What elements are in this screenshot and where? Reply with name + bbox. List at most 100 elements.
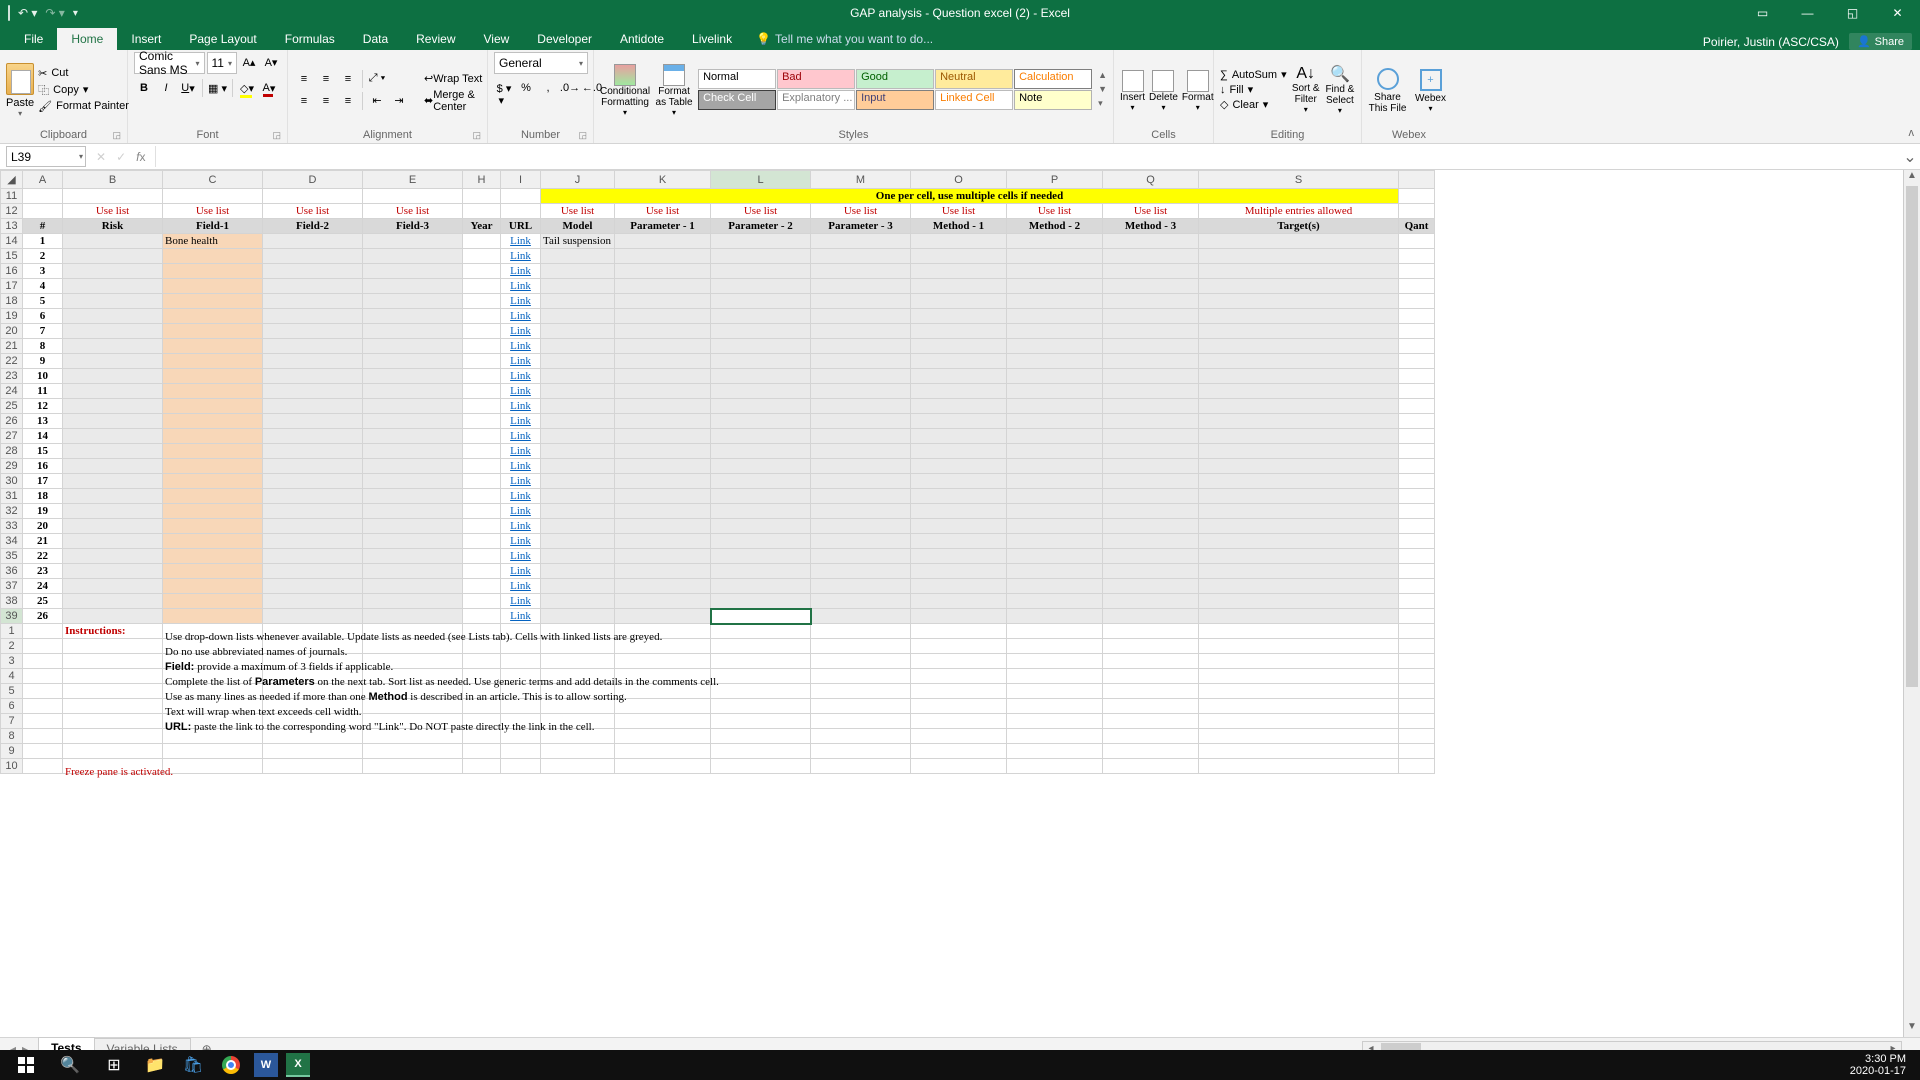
cell[interactable]	[1399, 504, 1435, 519]
delete-cells-button[interactable]: Delete▾	[1149, 68, 1178, 112]
row-header[interactable]: 1	[1, 624, 23, 639]
cell[interactable]: Link	[501, 414, 541, 429]
cell[interactable]: Link	[501, 444, 541, 459]
cell[interactable]: Use list	[911, 204, 1007, 219]
row-header[interactable]: 4	[1, 669, 23, 684]
cell[interactable]	[1007, 489, 1103, 504]
cell[interactable]	[463, 744, 501, 759]
cell[interactable]	[263, 189, 363, 204]
cell[interactable]	[1399, 759, 1435, 774]
cell[interactable]	[1399, 579, 1435, 594]
cell[interactable]	[1199, 414, 1399, 429]
row-header[interactable]: 10	[1, 759, 23, 774]
cell[interactable]	[541, 459, 615, 474]
find-select-button[interactable]: 🔍 Find & Select▾	[1325, 64, 1355, 115]
select-all-triangle[interactable]: ◢	[1, 171, 23, 189]
cell[interactable]	[911, 474, 1007, 489]
cell[interactable]	[1199, 249, 1399, 264]
cell[interactable]	[263, 444, 363, 459]
cell[interactable]	[463, 279, 501, 294]
cell[interactable]	[1399, 489, 1435, 504]
cell[interactable]	[1199, 369, 1399, 384]
cell[interactable]	[541, 474, 615, 489]
cell[interactable]	[463, 309, 501, 324]
cell[interactable]	[463, 264, 501, 279]
search-icon[interactable]: 🔍	[52, 1050, 88, 1080]
cell[interactable]	[1007, 654, 1103, 669]
cell[interactable]	[911, 534, 1007, 549]
cell[interactable]	[1399, 729, 1435, 744]
cell[interactable]: Link	[501, 369, 541, 384]
row-header[interactable]: 18	[1, 294, 23, 309]
cell[interactable]	[263, 354, 363, 369]
alignment-launcher-icon[interactable]: ◲	[472, 130, 481, 141]
cell[interactable]	[63, 654, 163, 669]
cell[interactable]: Link	[501, 609, 541, 624]
cell[interactable]: #	[23, 219, 63, 234]
increase-decimal-button[interactable]: .0→	[560, 78, 580, 98]
font-size-combo[interactable]: 11▾	[207, 52, 237, 74]
cell[interactable]	[163, 429, 263, 444]
cell[interactable]: 3	[23, 264, 63, 279]
cell[interactable]: Link	[501, 309, 541, 324]
tab-livelink[interactable]: Livelink	[678, 28, 746, 50]
maximize-icon[interactable]: ◱	[1830, 0, 1875, 26]
gallery-down-icon[interactable]: ▼	[1098, 84, 1107, 94]
cell[interactable]	[263, 294, 363, 309]
cell[interactable]	[811, 459, 911, 474]
cell[interactable]	[1399, 744, 1435, 759]
cell[interactable]: Model	[541, 219, 615, 234]
row-header[interactable]: 25	[1, 399, 23, 414]
cell[interactable]	[1007, 444, 1103, 459]
cell[interactable]	[163, 744, 263, 759]
cell[interactable]: Link	[501, 339, 541, 354]
cell[interactable]	[463, 534, 501, 549]
cell[interactable]	[1103, 399, 1199, 414]
number-format-combo[interactable]: General▾	[494, 52, 588, 74]
cell[interactable]	[711, 369, 811, 384]
cell[interactable]	[463, 519, 501, 534]
cell[interactable]	[1199, 654, 1399, 669]
cell[interactable]	[363, 489, 463, 504]
cell[interactable]	[1199, 429, 1399, 444]
cell[interactable]	[501, 654, 541, 669]
cell[interactable]	[541, 654, 615, 669]
cell[interactable]	[811, 744, 911, 759]
cell[interactable]	[1399, 264, 1435, 279]
taskbar-excel[interactable]: X	[286, 1053, 310, 1077]
cell[interactable]	[63, 729, 163, 744]
cell[interactable]	[263, 264, 363, 279]
row-header[interactable]: 23	[1, 369, 23, 384]
tab-data[interactable]: Data	[349, 28, 402, 50]
cell[interactable]	[1007, 369, 1103, 384]
cell[interactable]	[163, 759, 263, 774]
cell[interactable]	[163, 489, 263, 504]
row-header[interactable]: 29	[1, 459, 23, 474]
cell[interactable]: Use list	[363, 204, 463, 219]
cell[interactable]	[541, 534, 615, 549]
gallery-up-icon[interactable]: ▲	[1098, 70, 1107, 80]
cell[interactable]	[811, 699, 911, 714]
cell[interactable]	[711, 354, 811, 369]
cell[interactable]	[711, 339, 811, 354]
cell[interactable]: Use drop-down lists whenever available. …	[163, 624, 263, 639]
cell[interactable]: 6	[23, 309, 63, 324]
cell[interactable]: 10	[23, 369, 63, 384]
cell[interactable]	[811, 759, 911, 774]
cell[interactable]	[1103, 594, 1199, 609]
cell[interactable]	[911, 669, 1007, 684]
cell[interactable]	[1199, 549, 1399, 564]
cell[interactable]: Use list	[1103, 204, 1199, 219]
cell[interactable]	[711, 279, 811, 294]
cell[interactable]	[1103, 384, 1199, 399]
insert-cells-button[interactable]: Insert▾	[1120, 68, 1145, 112]
cell[interactable]	[615, 279, 711, 294]
cell[interactable]	[615, 474, 711, 489]
cell[interactable]	[1007, 339, 1103, 354]
cell[interactable]	[463, 354, 501, 369]
cell[interactable]	[363, 759, 463, 774]
taskbar-chrome[interactable]	[216, 1050, 246, 1080]
style-cell[interactable]: Calculation	[1014, 69, 1092, 89]
cell[interactable]	[263, 744, 363, 759]
tab-developer[interactable]: Developer	[523, 28, 606, 50]
